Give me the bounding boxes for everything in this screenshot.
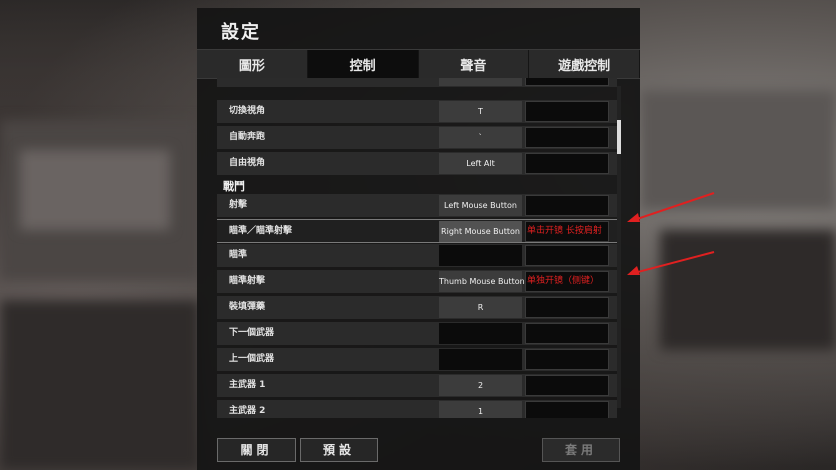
action-label: 下一個武器 — [229, 328, 275, 338]
action-label: 瞄準／瞄準射擊 — [229, 226, 293, 236]
keybinding-row: 自由視角 Left Alt — [217, 152, 617, 175]
keybinding-row: 下一個武器 — [217, 322, 617, 345]
tab-gameplay[interactable]: 遊戲控制 — [529, 50, 640, 78]
keybinding-secondary[interactable] — [525, 195, 609, 216]
keybinding-secondary-annotated[interactable]: 单击开镜 长按肩射 — [525, 221, 609, 242]
keybinding-secondary[interactable] — [525, 349, 609, 370]
keybinding-secondary[interactable] — [525, 323, 609, 344]
action-label: 自由視角 — [229, 158, 266, 168]
keybinding-row: 瞄準 — [217, 244, 617, 267]
keybinding-row-selected: 瞄準／瞄準射擊 Right Mouse Button 单击开镜 长按肩射 — [217, 219, 617, 243]
keybinding-primary[interactable] — [439, 245, 522, 266]
keybinding-row-partial — [217, 78, 617, 87]
scrollbar-thumb[interactable] — [617, 120, 621, 154]
keybinding-primary[interactable]: Right Mouse Button — [439, 221, 522, 242]
keybinding-secondary[interactable] — [525, 127, 609, 148]
keybinding-row: 主武器 1 2 — [217, 374, 617, 397]
keybinding-primary[interactable] — [439, 323, 522, 344]
keybinding-row: 瞄準射擊 Thumb Mouse Button 2 单独开镜（侧键） — [217, 270, 617, 293]
keybinding-secondary[interactable] — [525, 245, 609, 266]
keybinding-primary[interactable]: 2 — [439, 375, 522, 396]
keybinding-primary[interactable]: Left Mouse Button — [439, 195, 522, 216]
settings-title: 設定 — [221, 22, 261, 43]
keybinding-secondary[interactable] — [525, 375, 609, 396]
keybinding-row: 射擊 Left Mouse Button — [217, 194, 617, 217]
keybinding-primary[interactable]: T — [439, 101, 522, 122]
tab-sound[interactable]: 聲音 — [419, 50, 530, 78]
keybinding-secondary-annotated[interactable]: 单独开镜（侧键） — [525, 271, 609, 292]
keybinding-secondary[interactable] — [525, 401, 609, 418]
action-label: 瞄準 — [229, 250, 248, 260]
section-heading-combat: 戰鬥 — [223, 180, 245, 193]
keybinding-row: 自動奔跑 ` — [217, 126, 617, 149]
keybinding-primary[interactable]: ` — [439, 127, 522, 148]
keybinding-row: 上一個武器 — [217, 348, 617, 371]
action-label: 裝填彈藥 — [229, 302, 266, 312]
tab-bar: 圖形 控制 聲音 遊戲控制 — [197, 49, 640, 79]
settings-panel: 設定 圖形 控制 聲音 遊戲控制 切換視角 T 自動奔跑 ` 自由視角 Left… — [197, 8, 640, 470]
list-scrollbar[interactable] — [617, 86, 621, 408]
keybinding-secondary[interactable] — [525, 153, 609, 174]
keybinding-secondary[interactable] — [525, 297, 609, 318]
keybinding-primary[interactable]: Left Alt — [439, 153, 522, 174]
keybinding-list: 切換視角 T 自動奔跑 ` 自由視角 Left Alt 戰鬥 射擊 Left M… — [217, 78, 617, 418]
action-label: 射擊 — [229, 200, 248, 210]
keybinding-row: 裝填彈藥 R — [217, 296, 617, 319]
keybinding-primary[interactable]: 1 — [439, 401, 522, 418]
action-label: 切換視角 — [229, 106, 266, 116]
keybinding-secondary[interactable] — [525, 78, 609, 86]
keybinding-row: 主武器 2 1 — [217, 400, 617, 418]
keybinding-secondary[interactable] — [525, 101, 609, 122]
tab-graphics[interactable]: 圖形 — [197, 50, 308, 78]
action-label: 主武器 2 — [229, 406, 266, 416]
apply-button[interactable]: 套用 — [542, 438, 620, 462]
tab-controls[interactable]: 控制 — [307, 50, 419, 78]
action-label: 自動奔跑 — [229, 132, 266, 142]
action-label: 主武器 1 — [229, 380, 266, 390]
keybinding-primary[interactable]: R — [439, 297, 522, 318]
default-button[interactable]: 預設 — [300, 438, 378, 462]
keybinding-primary[interactable] — [439, 78, 522, 86]
keybinding-primary[interactable]: Thumb Mouse Button 2 — [439, 271, 532, 292]
close-button[interactable]: 關閉 — [217, 438, 296, 462]
action-label: 瞄準射擊 — [229, 276, 266, 286]
keybinding-primary[interactable] — [439, 349, 522, 370]
action-label: 上一個武器 — [229, 354, 275, 364]
keybinding-row: 切換視角 T — [217, 100, 617, 123]
